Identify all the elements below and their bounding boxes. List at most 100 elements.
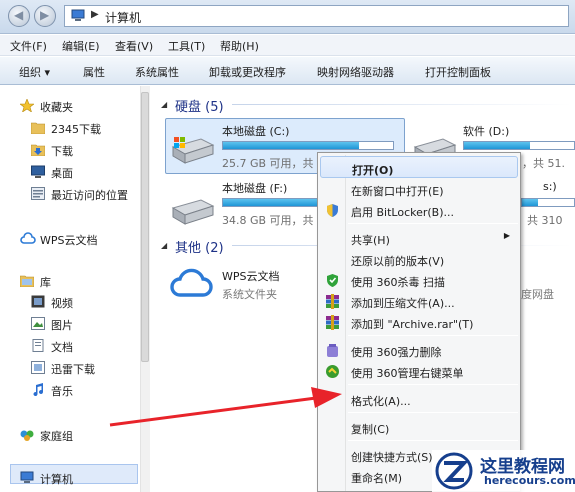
drive-c-name: 本地磁盘 (C:) xyxy=(222,125,290,138)
menu-separator xyxy=(348,412,518,413)
group-header-hdd[interactable]: 硬盘 (5) xyxy=(175,96,224,115)
shield-icon xyxy=(327,204,338,217)
folder-icon xyxy=(31,361,45,374)
music-icon xyxy=(31,383,45,397)
computer-icon xyxy=(71,9,85,21)
homegroup-icon xyxy=(20,428,34,441)
organize-button[interactable]: 组织 ▾ xyxy=(19,64,50,80)
nav-libraries-label: 库 xyxy=(40,276,51,289)
nav-item-label: 桌面 xyxy=(51,167,73,180)
breadcrumb-separator[interactable]: ▶ xyxy=(91,9,99,20)
blurred-region xyxy=(160,445,310,492)
menu-format[interactable]: 格式化(A)... xyxy=(320,388,518,410)
address-field[interactable]: ▶ 计算机 xyxy=(64,5,569,27)
nav-scroll-thumb[interactable] xyxy=(141,92,149,362)
windows-drive-icon xyxy=(171,137,215,164)
hard-drive-icon xyxy=(171,199,215,225)
360-delete-icon xyxy=(327,344,338,357)
menu-share[interactable]: 共享(H) ▶ xyxy=(320,227,518,249)
winrar-icon xyxy=(326,315,339,330)
nav-item-label: 视频 xyxy=(51,297,73,310)
menu-open[interactable]: 打开(O) xyxy=(320,156,518,178)
menu-360-scan[interactable]: 使用 360杀毒 扫描 xyxy=(320,269,518,291)
downloads-folder-icon xyxy=(30,143,46,157)
menu-file[interactable]: 文件(F) xyxy=(10,38,47,54)
drive-d-usage-bar xyxy=(463,141,575,150)
menu-label: 重命名(M) xyxy=(351,472,403,485)
menu-add-archive[interactable]: 添加到压缩文件(A)... xyxy=(320,290,518,312)
folder-icon xyxy=(30,121,46,135)
menu-view[interactable]: 查看(V) xyxy=(115,38,153,54)
menu-separator xyxy=(348,440,518,441)
360-manage-icon xyxy=(326,365,339,378)
drive-partial-usage-bar xyxy=(521,198,575,207)
group-header-other[interactable]: 其他 (2) xyxy=(175,237,224,256)
menu-restore-versions[interactable]: 还原以前的版本(V) xyxy=(320,248,518,270)
address-bar: ◀ ▶ ▶ 计算机 xyxy=(0,0,575,34)
desktop-icon xyxy=(31,165,45,178)
open-control-panel-button[interactable]: 打开控制面板 xyxy=(425,64,491,80)
drive-f-name: 本地磁盘 (F:) xyxy=(222,182,288,195)
command-bar: 组织 ▾ 属性 系统属性 卸载或更改程序 映射网络驱动器 打开控制面板 xyxy=(0,57,575,85)
star-icon xyxy=(19,98,35,113)
forward-button[interactable]: ▶ xyxy=(34,5,56,27)
nav-favorites-label: 收藏夹 xyxy=(40,101,73,114)
menu-label: 复制(C) xyxy=(351,423,390,436)
menu-label: 使用 360杀毒 扫描 xyxy=(351,276,445,289)
nav-item-label: 图片 xyxy=(51,319,73,332)
uninstall-program-button[interactable]: 卸载或更改程序 xyxy=(209,64,286,80)
menu-add-rar[interactable]: 添加到 "Archive.rar"(T) xyxy=(320,311,518,333)
360-antivirus-icon xyxy=(327,274,338,287)
drive-partial-size: 共 310 xyxy=(527,214,563,227)
menu-open-new-window[interactable]: 在新窗口中打开(E) xyxy=(320,178,518,200)
menu-label: 共享(H) xyxy=(351,234,390,247)
nav-scrollbar[interactable] xyxy=(140,86,150,492)
drive-d-size: ，共 51. xyxy=(522,157,565,170)
menu-tools[interactable]: 工具(T) xyxy=(168,38,205,54)
menu-edit[interactable]: 编辑(E) xyxy=(62,38,100,54)
collapse-arrow-icon[interactable]: ◢ xyxy=(161,241,167,250)
netdisk-type: 度网盘 xyxy=(521,288,554,301)
wps-cloud-name[interactable]: WPS云文档 xyxy=(222,268,280,284)
menu-label: 创建快捷方式(S) xyxy=(351,451,433,464)
collapse-arrow-icon[interactable]: ◢ xyxy=(161,100,167,109)
menu-copy[interactable]: 复制(C) xyxy=(320,416,518,438)
watermark-url: herecours.com xyxy=(484,474,575,487)
computer-icon xyxy=(20,471,34,484)
nav-item-label: 2345下载 xyxy=(51,123,101,136)
nav-item-label: 迅雷下载 xyxy=(51,363,95,376)
drive-c-size: 25.7 GB 可用，共 xyxy=(222,157,314,170)
menu-label: 添加到 "Archive.rar"(T) xyxy=(351,318,474,331)
documents-icon xyxy=(31,339,45,352)
nav-item-label: 下载 xyxy=(51,145,73,158)
menu-label: 格式化(A)... xyxy=(351,395,411,408)
back-button[interactable]: ◀ xyxy=(8,5,30,27)
pictures-icon xyxy=(31,317,45,330)
menu-open-label: 打开(O) xyxy=(352,164,394,177)
nav-computer-label: 计算机 xyxy=(40,473,73,486)
menu-separator xyxy=(348,223,518,224)
watermark: 这里教程网 herecours.com xyxy=(432,450,575,492)
nav-wps-label: WPS云文档 xyxy=(40,234,98,247)
nav-homegroup-label: 家庭组 xyxy=(40,430,73,443)
cloud-icon xyxy=(20,232,36,245)
system-properties-button[interactable]: 系统属性 xyxy=(135,64,179,80)
menu-360-manage[interactable]: 使用 360管理右键菜单 xyxy=(320,360,518,382)
menu-help[interactable]: 帮助(H) xyxy=(220,38,259,54)
group-divider xyxy=(232,104,572,105)
wps-cloud-type: 系统文件夹 xyxy=(222,288,277,301)
properties-button[interactable]: 属性 xyxy=(83,64,105,80)
breadcrumb[interactable]: 计算机 xyxy=(105,9,141,26)
wps-cloud-icon xyxy=(170,268,213,297)
menu-bitlocker[interactable]: 启用 BitLocker(B)... xyxy=(320,199,518,221)
drive-f-size: 34.8 GB 可用，共 xyxy=(222,214,314,227)
navigation-pane: 收藏夹 2345下载 下载 桌面 最近访问的位置 WPS云文档 库 视频 图片 … xyxy=(0,86,150,492)
drive-partial-name: s:) xyxy=(543,180,557,193)
menu-separator xyxy=(348,384,518,385)
menu-360-force-delete[interactable]: 使用 360强力删除 xyxy=(320,339,518,361)
map-network-drive-button[interactable]: 映射网络驱动器 xyxy=(317,64,394,80)
menu-label: 使用 360强力删除 xyxy=(351,346,442,359)
menu-bar: 文件(F) 编辑(E) 查看(V) 工具(T) 帮助(H) xyxy=(0,35,575,56)
nav-item-label: 文档 xyxy=(51,341,73,354)
library-icon xyxy=(19,274,35,288)
